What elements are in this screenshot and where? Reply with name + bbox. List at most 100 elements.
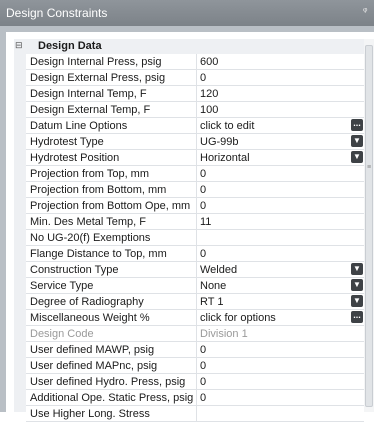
column-divider[interactable] — [196, 214, 197, 230]
property-value[interactable]: 600 — [200, 56, 340, 68]
property-value[interactable]: click for options — [200, 312, 340, 324]
column-divider[interactable] — [196, 326, 197, 342]
property-name: Hydrotest Type — [30, 136, 104, 148]
property-value[interactable]: 120 — [200, 88, 340, 100]
property-name: Construction Type — [30, 264, 119, 276]
property-name: User defined MAPnc, psig — [30, 360, 158, 372]
property-value[interactable]: 0 — [200, 184, 340, 196]
property-name: Design Internal Press, psig — [30, 56, 162, 68]
category-design-data[interactable]: ⊟ Design Data — [14, 39, 364, 54]
property-row[interactable]: Flange Distance to Top, mm 0 — [26, 246, 364, 262]
property-value[interactable]: 0 — [200, 392, 340, 404]
column-divider[interactable] — [196, 182, 197, 198]
ellipsis-button[interactable]: ... — [351, 311, 363, 323]
property-value[interactable]: 0 — [200, 376, 340, 388]
column-divider[interactable] — [196, 86, 197, 102]
property-name: Projection from Top, mm — [30, 168, 150, 180]
ellipsis-button[interactable]: ... — [351, 119, 363, 131]
column-divider[interactable] — [196, 150, 197, 166]
column-divider[interactable] — [196, 278, 197, 294]
collapse-icon[interactable]: ⊟ — [15, 41, 24, 50]
property-value[interactable]: 0 — [200, 360, 340, 372]
property-value[interactable]: 11 — [200, 216, 340, 228]
column-divider[interactable] — [196, 246, 197, 262]
column-divider[interactable] — [196, 358, 197, 374]
property-value[interactable]: 0 — [200, 168, 340, 180]
property-value[interactable]: 0 — [200, 72, 340, 84]
column-divider[interactable] — [196, 54, 197, 70]
property-row[interactable]: Datum Line Options click to edit... — [26, 118, 364, 134]
property-value[interactable]: 0 — [200, 344, 340, 356]
property-row[interactable]: Hydrotest Position Horizontal ▼ — [26, 150, 364, 166]
panel-title-bar: Design Constraints ᵩ — [0, 0, 374, 26]
column-divider[interactable] — [196, 374, 197, 390]
property-row[interactable]: Hydrotest Type UG-99b ▼ — [26, 134, 364, 150]
dropdown-button[interactable]: ▼ — [351, 263, 363, 275]
column-divider[interactable] — [196, 70, 197, 86]
column-divider[interactable] — [196, 406, 197, 422]
property-row[interactable]: User defined Hydro. Press, psig 0 — [26, 374, 364, 390]
vertical-scrollbar[interactable]: ≡ — [364, 39, 374, 412]
column-divider[interactable] — [196, 102, 197, 118]
property-name: User defined Hydro. Press, psig — [30, 376, 186, 388]
property-name: Degree of Radiography — [30, 296, 144, 308]
property-row[interactable]: Design Internal Temp, F 120 — [26, 86, 364, 102]
property-row[interactable]: User defined MAWP, psig 0 — [26, 342, 364, 358]
property-row[interactable]: Degree of Radiography RT 1 ▼ — [26, 294, 364, 310]
column-divider[interactable] — [196, 390, 197, 406]
property-value[interactable]: click to edit — [200, 120, 340, 132]
property-name: Design External Temp, F — [30, 104, 151, 116]
grid-gutter — [14, 54, 26, 412]
column-divider[interactable] — [196, 134, 197, 150]
property-row[interactable]: No UG-20(f) Exemptions — [26, 230, 364, 246]
property-row[interactable]: Service Type None ▼ — [26, 278, 364, 294]
property-row[interactable]: Construction Type Welded ▼ — [26, 262, 364, 278]
property-name: Additional Ope. Static Press, psig — [30, 392, 194, 404]
pin-icon[interactable]: ᵩ — [363, 4, 371, 14]
property-row[interactable]: Design External Temp, F 100 — [26, 102, 364, 118]
property-row[interactable]: Design Code Division 1 — [26, 326, 364, 342]
property-row[interactable]: Use Higher Long. Stress — [26, 406, 364, 422]
column-divider[interactable] — [196, 310, 197, 326]
column-divider[interactable] — [196, 230, 197, 246]
property-name: Projection from Bottom, mm — [30, 184, 167, 196]
property-name: Hydrotest Position — [30, 152, 120, 164]
column-divider[interactable] — [196, 198, 197, 214]
property-value[interactable]: None — [200, 280, 340, 292]
dropdown-button[interactable]: ▼ — [351, 135, 363, 147]
property-row[interactable]: Additional Ope. Static Press, psig 0 — [26, 390, 364, 406]
property-name: Use Higher Long. Stress — [30, 408, 150, 420]
dropdown-button[interactable]: ▼ — [351, 279, 363, 291]
property-name: Design External Press, psig — [30, 72, 166, 84]
property-value: Division 1 — [200, 328, 248, 340]
column-divider[interactable] — [196, 166, 197, 182]
property-row[interactable]: Miscellaneous Weight % click for options.… — [26, 310, 364, 326]
property-name: Miscellaneous Weight % — [30, 312, 150, 324]
property-row[interactable]: Min. Des Metal Temp, F 11 — [26, 214, 364, 230]
property-value[interactable]: Horizontal — [200, 152, 340, 164]
property-name: Design Internal Temp, F — [30, 88, 147, 100]
property-name: No UG-20(f) Exemptions — [30, 232, 151, 244]
property-row[interactable]: Projection from Bottom Ope, mm 0 — [26, 198, 364, 214]
scrollbar-grip-icon: ≡ — [367, 164, 372, 171]
property-row[interactable]: Design External Press, psig 0 — [26, 70, 364, 86]
scrollbar-thumb[interactable]: ≡ — [365, 45, 373, 407]
property-value[interactable]: 0 — [200, 248, 340, 260]
property-value[interactable]: Welded — [200, 264, 340, 276]
property-value[interactable]: UG-99b — [200, 136, 340, 148]
column-divider[interactable] — [196, 294, 197, 310]
property-value[interactable]: 100 — [200, 104, 340, 116]
property-row[interactable]: User defined MAPnc, psig 0 — [26, 358, 364, 374]
dropdown-button[interactable]: ▼ — [351, 151, 363, 163]
property-value[interactable]: 0 — [200, 200, 340, 212]
property-row[interactable]: Projection from Top, mm 0 — [26, 166, 364, 182]
property-name: Flange Distance to Top, mm — [30, 248, 167, 260]
property-row[interactable]: Projection from Bottom, mm 0 — [26, 182, 364, 198]
property-row[interactable]: Design Internal Press, psig 600 — [26, 54, 364, 70]
column-divider[interactable] — [196, 262, 197, 278]
column-divider[interactable] — [196, 342, 197, 358]
property-value[interactable]: RT 1 — [200, 296, 340, 308]
dropdown-button[interactable]: ▼ — [351, 295, 363, 307]
column-divider[interactable] — [196, 118, 197, 134]
property-name: Service Type — [30, 280, 94, 292]
